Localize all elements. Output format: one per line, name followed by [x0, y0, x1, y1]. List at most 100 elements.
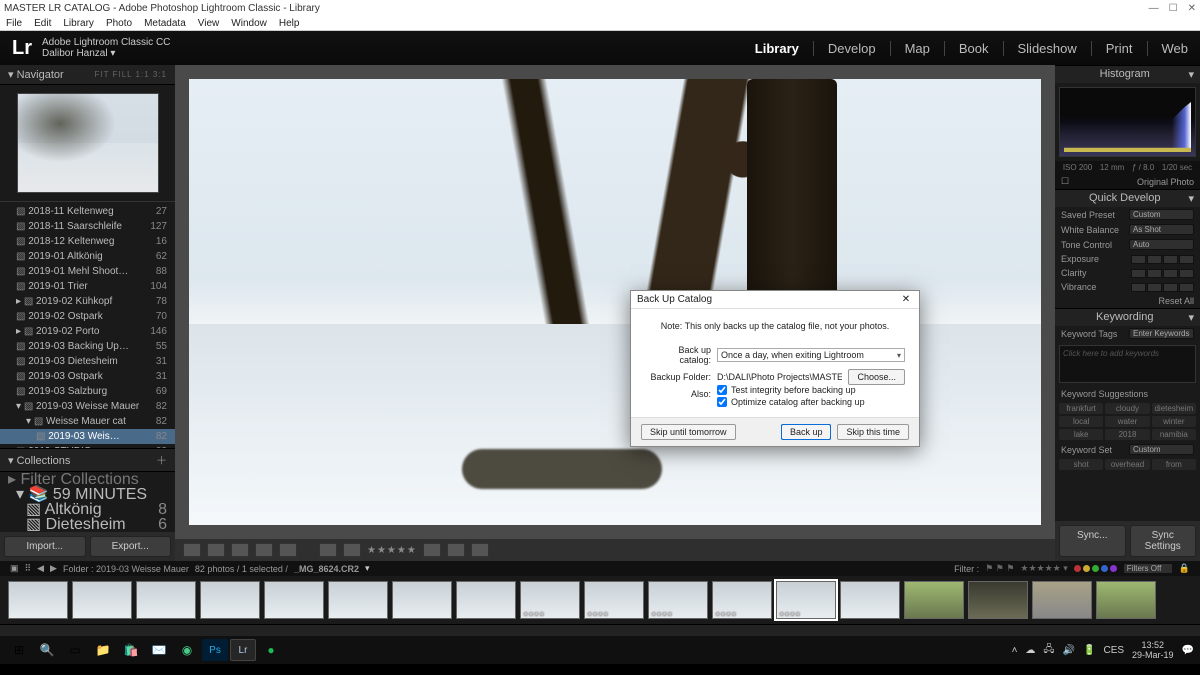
notifications-icon[interactable]: 💬: [1182, 645, 1194, 656]
filmstrip-thumb[interactable]: [72, 581, 132, 619]
keyword-set-item[interactable]: overhead: [1105, 459, 1149, 470]
filmstrip-thumb[interactable]: ★★★★: [520, 581, 580, 619]
filmstrip-thumb[interactable]: [8, 581, 68, 619]
keyword-suggestion[interactable]: dietesheim: [1152, 403, 1196, 414]
sync-button[interactable]: Sync...: [1059, 525, 1126, 557]
filmstrip-thumb[interactable]: ★★★★: [648, 581, 708, 619]
compare-view-icon[interactable]: [231, 543, 249, 557]
start-button[interactable]: ⊞: [6, 639, 32, 661]
collections-plus-icon[interactable]: ＋: [156, 452, 167, 468]
folder-row[interactable]: ▸ ▧ 2019-02 Kühkopf78: [0, 294, 175, 309]
filmstrip-thumb[interactable]: [392, 581, 452, 619]
maximize-icon[interactable]: ☐: [1169, 3, 1178, 14]
tool-icon[interactable]: [343, 543, 361, 557]
star-filter[interactable]: ★★★★★ ▾: [1020, 563, 1067, 574]
people-view-icon[interactable]: [279, 543, 297, 557]
minimize-icon[interactable]: —: [1149, 3, 1159, 14]
menu-photo[interactable]: Photo: [106, 18, 132, 29]
color-filter[interactable]: [1074, 565, 1117, 572]
tray-lang[interactable]: CES: [1103, 645, 1124, 656]
rotate-icon[interactable]: [447, 543, 465, 557]
grid-nav-icon[interactable]: ⠿: [25, 563, 32, 574]
adjust-buttons[interactable]: [1131, 283, 1194, 292]
search-icon[interactable]: 🔍: [34, 639, 60, 661]
tray-up-icon[interactable]: ˄: [1012, 645, 1018, 656]
skip-this-button[interactable]: Skip this time: [837, 424, 909, 440]
network-icon[interactable]: 🖧: [1043, 642, 1054, 659]
menu-metadata[interactable]: Metadata: [144, 18, 186, 29]
close-icon[interactable]: ✕: [1188, 3, 1196, 14]
filters-off[interactable]: Filters Off: [1123, 563, 1173, 574]
filter-lock-icon[interactable]: 🔒: [1179, 563, 1190, 574]
sync-settings-button[interactable]: Sync Settings: [1130, 525, 1197, 557]
flag-filter-icon[interactable]: ⚑ ⚑ ⚑: [985, 563, 1014, 574]
backup-button[interactable]: Back up: [781, 424, 832, 440]
module-book[interactable]: Book: [959, 41, 989, 56]
choose-button[interactable]: Choose...: [848, 369, 905, 385]
mail-icon[interactable]: ✉️: [146, 639, 172, 661]
back-icon[interactable]: ◀: [37, 563, 44, 574]
collection-item[interactable]: ▾ 📚 59 MINUTES: [0, 487, 175, 502]
keyword-suggestion[interactable]: water: [1105, 416, 1149, 427]
collections-header[interactable]: ▾ Collections ＋: [0, 449, 175, 472]
keyword-suggestion[interactable]: lake: [1059, 429, 1103, 440]
window-toggle-icon[interactable]: ▣: [10, 563, 19, 574]
collection-item[interactable]: ▧ Dietesheim6: [0, 517, 175, 532]
dialog-close-icon[interactable]: ✕: [899, 294, 913, 305]
menu-file[interactable]: File: [6, 18, 22, 29]
keyword-suggestion[interactable]: namibia: [1152, 429, 1196, 440]
keyword-suggestion[interactable]: frankfurt: [1059, 403, 1103, 414]
keyword-set-item[interactable]: shot: [1059, 459, 1103, 470]
filmstrip-thumb[interactable]: [136, 581, 196, 619]
flag-icon[interactable]: [423, 543, 441, 557]
explorer-icon[interactable]: 📁: [90, 639, 116, 661]
loupe-view-icon[interactable]: [207, 543, 225, 557]
folder-row[interactable]: ▧ 2019-03 Backing Up…55: [0, 339, 175, 354]
qd-value[interactable]: Custom: [1129, 209, 1194, 220]
histogram[interactable]: [1059, 87, 1196, 157]
tool-icon[interactable]: [319, 543, 337, 557]
module-map[interactable]: Map: [905, 41, 930, 56]
folder-row[interactable]: ▧ 2019-01 Altkönig62: [0, 249, 175, 264]
import-button[interactable]: Import...: [4, 536, 86, 557]
qd-value[interactable]: As Shot: [1129, 224, 1194, 235]
folder-row[interactable]: ▧ 2019-01 Mehl Shoot…88: [0, 264, 175, 279]
spotify-icon[interactable]: ●: [258, 639, 284, 661]
folder-row[interactable]: ▸ ▧ 2019-02 Porto146: [0, 324, 175, 339]
module-library[interactable]: Library: [755, 41, 799, 56]
qd-value[interactable]: Auto: [1129, 239, 1194, 250]
keyword-set-item[interactable]: from: [1152, 459, 1196, 470]
keyword-suggestion[interactable]: winter: [1152, 416, 1196, 427]
menu-help[interactable]: Help: [279, 18, 300, 29]
survey-view-icon[interactable]: [255, 543, 273, 557]
keyword-suggestion[interactable]: 2018: [1105, 429, 1149, 440]
navigator-header[interactable]: ▾ Navigator FIT FILL 1:1 3:1: [0, 65, 175, 85]
folder-row[interactable]: ▧ 2019-03 Weis…82: [0, 429, 175, 444]
collection-item[interactable]: ▧ Altkönig8: [0, 502, 175, 517]
folder-row[interactable]: ▾ ▧ Weisse Mauer cat82: [0, 414, 175, 429]
filmstrip-thumb[interactable]: [264, 581, 324, 619]
module-develop[interactable]: Develop: [828, 41, 876, 56]
filmstrip-thumb[interactable]: [200, 581, 260, 619]
module-print[interactable]: Print: [1106, 41, 1133, 56]
photoshop-icon[interactable]: Ps: [202, 639, 228, 661]
identity-line2[interactable]: Dalibor Hanzal ▾: [42, 48, 170, 59]
loupe-view[interactable]: Back Up Catalog ✕ Note: This only backs …: [175, 65, 1055, 539]
rating-stars[interactable]: ★★★★★: [367, 545, 417, 556]
filmstrip-thumb[interactable]: [840, 581, 900, 619]
filmstrip-thumb[interactable]: [328, 581, 388, 619]
adjust-buttons[interactable]: [1131, 255, 1194, 264]
filmstrip-thumb[interactable]: [968, 581, 1028, 619]
skip-tomorrow-button[interactable]: Skip until tomorrow: [641, 424, 736, 440]
filmstrip-thumb[interactable]: ★★★★: [712, 581, 772, 619]
folder-row[interactable]: ▧ 2019-03 Dietesheim31: [0, 354, 175, 369]
folder-row[interactable]: ▧ 2018-11 Saarschleife127: [0, 219, 175, 234]
menu-library[interactable]: Library: [63, 18, 94, 29]
folder-row[interactable]: ▧ 2019-03 Ostpark31: [0, 369, 175, 384]
filmstrip-thumb[interactable]: [1096, 581, 1156, 619]
store-icon[interactable]: 🛍️: [118, 639, 144, 661]
tray-clock[interactable]: 13:5229-Mar-19: [1132, 640, 1174, 660]
reset-all[interactable]: Reset All: [1055, 294, 1200, 308]
keyword-set-field[interactable]: Custom: [1129, 444, 1194, 455]
chrome-icon[interactable]: ◉: [174, 639, 200, 661]
